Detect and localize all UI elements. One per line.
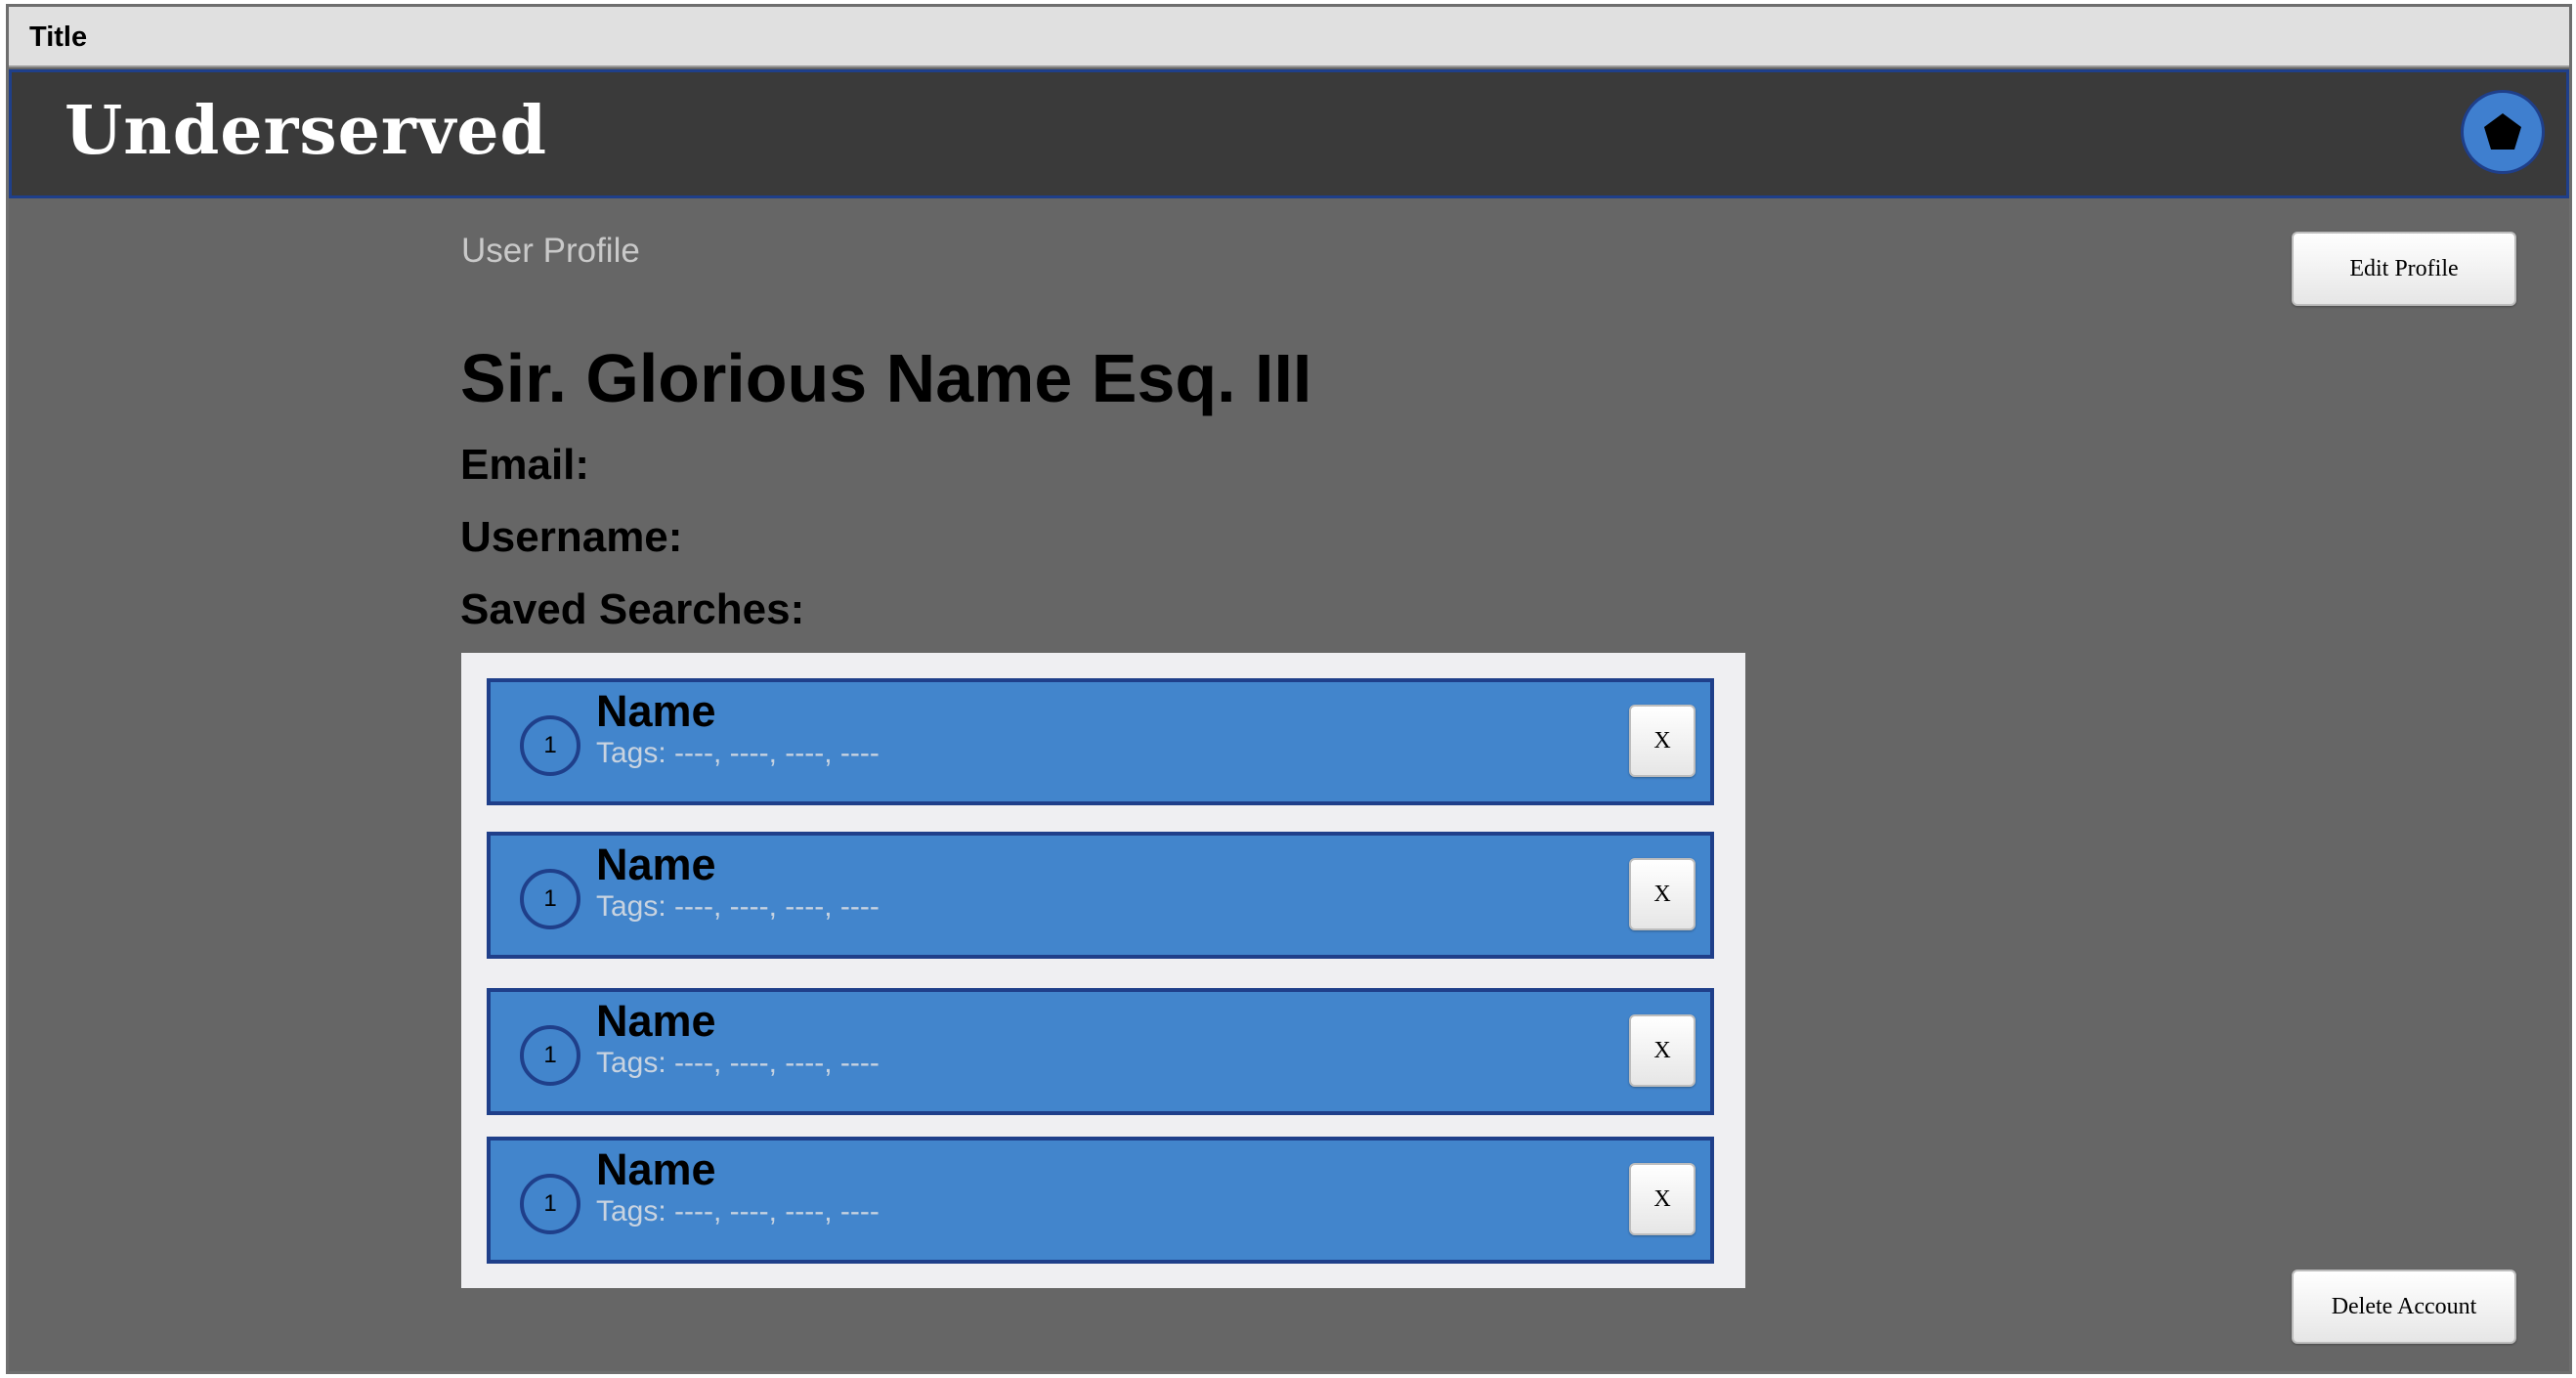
edit-profile-button[interactable]: Edit Profile: [2292, 232, 2516, 306]
username-label: Username:: [460, 513, 683, 561]
search-name: Name: [596, 1144, 716, 1194]
saved-search-item[interactable]: 1 Name Tags: ----, ----, ----, ---- X: [487, 832, 1714, 959]
app-window: Title Underserved User Profile Edit Prof…: [6, 4, 2572, 1374]
search-number-badge: 1: [520, 1025, 580, 1086]
search-tags: Tags: ----, ----, ----, ----: [596, 1047, 880, 1079]
pentagon-icon: [2484, 113, 2521, 150]
search-tags: Tags: ----, ----, ----, ----: [596, 1195, 880, 1227]
delete-account-button[interactable]: Delete Account: [2292, 1270, 2516, 1344]
remove-search-button[interactable]: X: [1629, 858, 1696, 930]
search-number-badge: 1: [520, 1174, 580, 1234]
window-title: Title: [29, 22, 88, 53]
email-label: Email:: [460, 441, 590, 489]
search-tags: Tags: ----, ----, ----, ----: [596, 737, 880, 769]
app-header: Underserved: [9, 69, 2569, 198]
section-label: User Profile: [461, 232, 640, 270]
remove-search-button[interactable]: X: [1629, 705, 1696, 777]
user-full-name: Sir. Glorious Name Esq. III: [460, 340, 1312, 416]
search-number-badge: 1: [520, 869, 580, 929]
saved-search-item[interactable]: 1 Name Tags: ----, ----, ----, ---- X: [487, 1137, 1714, 1264]
saved-search-item[interactable]: 1 Name Tags: ----, ----, ----, ---- X: [487, 678, 1714, 805]
saved-search-item[interactable]: 1 Name Tags: ----, ----, ----, ---- X: [487, 988, 1714, 1115]
remove-search-button[interactable]: X: [1629, 1014, 1696, 1087]
search-name: Name: [596, 996, 716, 1046]
search-name: Name: [596, 686, 716, 736]
brand-logo-text[interactable]: Underserved: [64, 92, 547, 170]
saved-searches-list: 1 Name Tags: ----, ----, ----, ---- X 1 …: [461, 653, 1745, 1288]
search-name: Name: [596, 840, 716, 889]
title-bar: Title: [9, 7, 2569, 67]
saved-searches-label: Saved Searches:: [460, 585, 805, 633]
remove-search-button[interactable]: X: [1629, 1163, 1696, 1235]
search-tags: Tags: ----, ----, ----, ----: [596, 890, 880, 923]
search-number-badge: 1: [520, 715, 580, 776]
profile-menu-button[interactable]: [2461, 90, 2545, 174]
